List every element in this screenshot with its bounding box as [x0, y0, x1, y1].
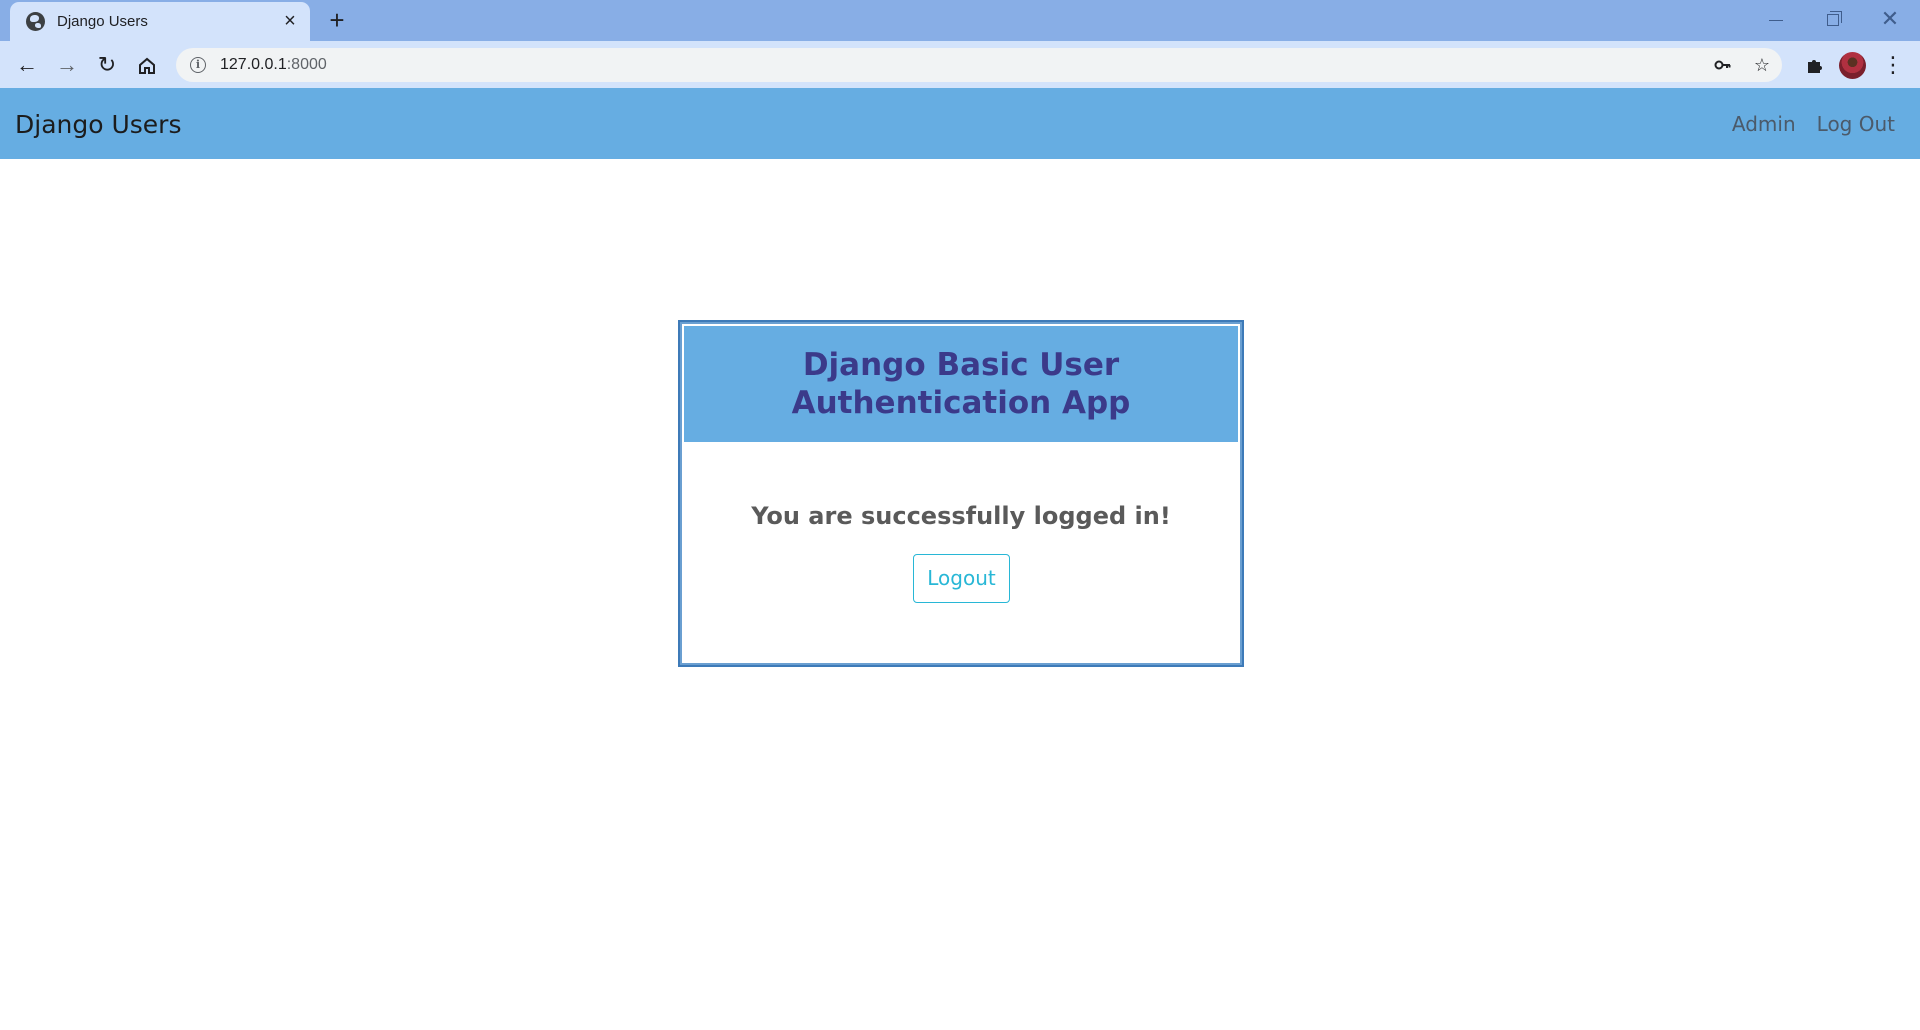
brand-link[interactable]: Django Users: [15, 110, 181, 139]
nav-link-admin[interactable]: Admin: [1732, 112, 1796, 136]
url-port: :8000: [286, 56, 327, 73]
nav-link-logout[interactable]: Log Out: [1817, 112, 1895, 136]
card-title: Django Basic User Authentication App: [791, 347, 1131, 421]
home-button[interactable]: [132, 50, 162, 80]
window-close-icon: ✕: [1880, 6, 1900, 31]
arrow-right-icon: →: [56, 52, 78, 77]
forward-button[interactable]: →: [52, 50, 82, 80]
card-header: Django Basic User Authentication App: [684, 326, 1238, 442]
restore-button[interactable]: [1813, 5, 1853, 33]
home-icon: [139, 57, 155, 75]
login-success-message: You are successfully logged in!: [751, 502, 1171, 530]
restore-icon: [1827, 11, 1842, 27]
plus-icon: +: [329, 5, 345, 35]
reload-button[interactable]: ↻: [92, 50, 122, 80]
auth-card: Django Basic User Authentication App You…: [678, 320, 1244, 667]
omnibox-actions: ☆: [1714, 48, 1770, 82]
arrow-left-icon: ←: [16, 52, 38, 77]
address-bar[interactable]: i 127.0.0.1:8000 ☆: [176, 48, 1782, 82]
minimize-icon: [1769, 19, 1783, 21]
avatar[interactable]: [1839, 52, 1866, 79]
star-icon[interactable]: ☆: [1754, 55, 1770, 76]
kebab-menu-icon[interactable]: ⋮: [1882, 50, 1904, 80]
window-close-button[interactable]: ✕: [1870, 5, 1910, 33]
navbar-links: Admin Log Out: [1732, 112, 1895, 136]
browser-tab[interactable]: Django Users ×: [10, 2, 310, 41]
logout-button[interactable]: Logout: [913, 554, 1010, 603]
info-icon[interactable]: i: [190, 57, 206, 73]
tab-title: Django Users: [57, 13, 148, 30]
back-button[interactable]: ←: [12, 50, 42, 80]
browser-toolbar: ← → ↻ i 127.0.0.1:8000 ☆ ⋮: [0, 41, 1920, 88]
url-text: 127.0.0.1:8000: [220, 56, 327, 74]
close-icon[interactable]: ×: [280, 11, 300, 31]
minimize-button[interactable]: [1756, 5, 1796, 33]
site-navbar: Django Users Admin Log Out: [0, 88, 1920, 159]
browser-tabstrip: Django Users × + ✕: [0, 0, 1920, 41]
globe-icon: [26, 12, 45, 31]
url-host: 127.0.0.1: [220, 56, 287, 73]
puzzle-icon: [1808, 59, 1822, 73]
extensions-button[interactable]: [1800, 50, 1830, 80]
reload-icon: ↻: [97, 52, 117, 77]
new-tab-button[interactable]: +: [324, 5, 350, 35]
key-icon[interactable]: [1714, 56, 1732, 74]
